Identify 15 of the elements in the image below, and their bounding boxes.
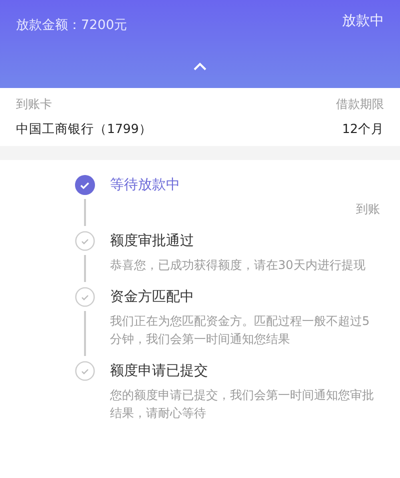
step-title: 等待放款中: [110, 176, 181, 195]
chevron-up-icon[interactable]: [193, 62, 207, 71]
step-title: 额度申请已提交: [110, 362, 209, 381]
loan-status: 放款中: [342, 12, 384, 30]
term-label: 借款期限: [336, 96, 384, 113]
term-value: 12个月: [342, 121, 384, 138]
card-label: 到账卡: [16, 96, 52, 113]
step-description: 您的额度申请已提交，我们会第一时间通知您审批结果，请耐心等待: [110, 387, 375, 422]
card-value: 中国工商银行（1799）: [16, 121, 152, 138]
step-description: 到账: [356, 201, 380, 218]
step-title: 资金方匹配中: [110, 288, 195, 307]
step-title: 额度审批通过: [110, 232, 195, 251]
step-description: 恭喜您，已成功获得额度，请在30天内进行提现: [110, 257, 366, 274]
loan-amount: 放款金额：7200元: [16, 17, 128, 34]
step-description: 我们正在为您匹配资金方。匹配过程一般不超过5分钟，我们会第一时间通知您结果: [110, 313, 371, 348]
